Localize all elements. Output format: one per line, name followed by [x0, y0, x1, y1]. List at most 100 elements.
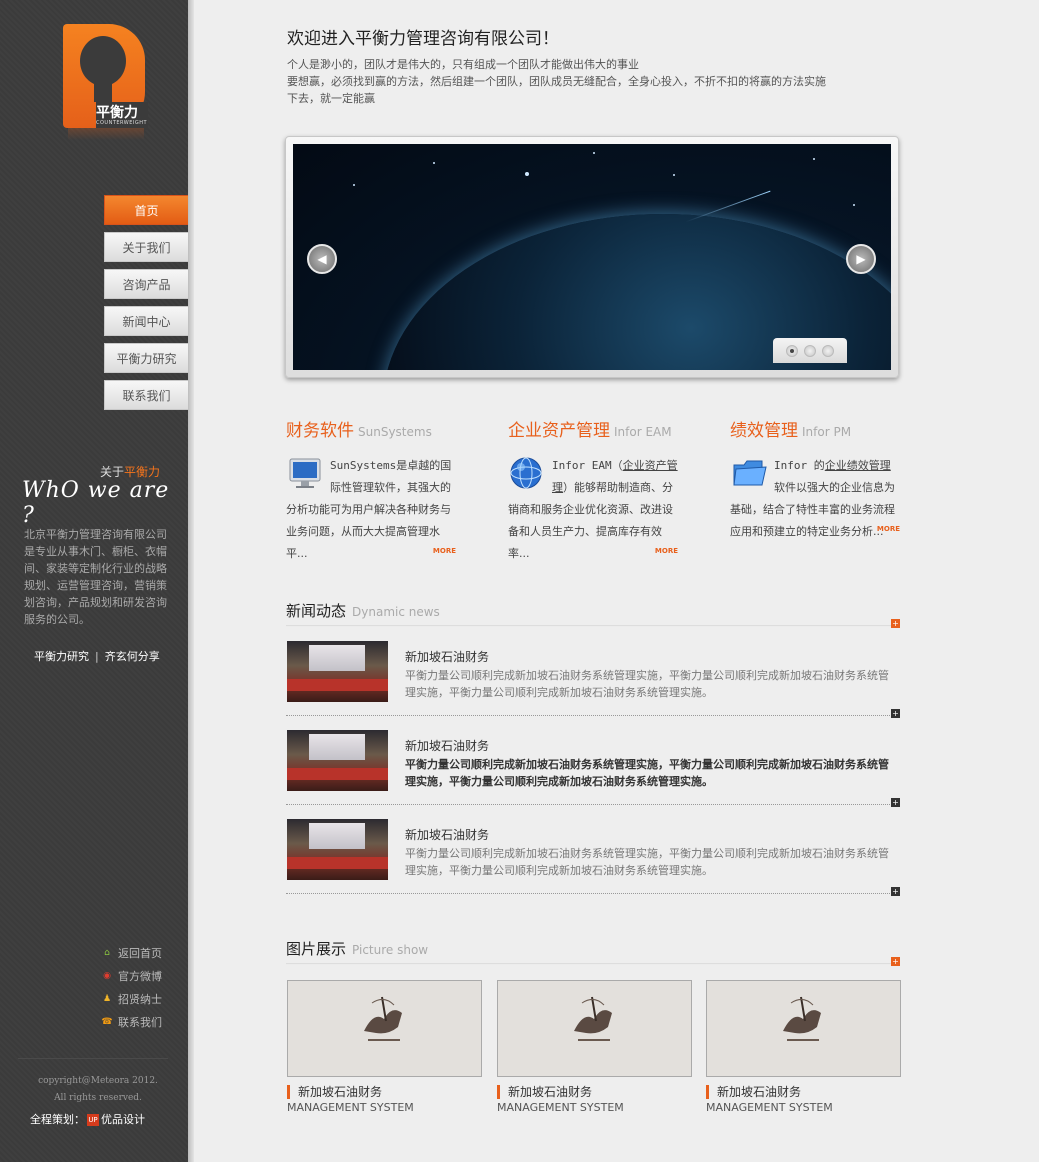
designer-link[interactable]: 优品设计 — [101, 1113, 145, 1126]
sidebar-divider — [18, 1058, 168, 1059]
picture-item[interactable]: 新加坡石油财务 MANAGEMENT SYSTEM — [497, 980, 693, 1114]
news-title[interactable]: 新加坡石油财务 — [405, 648, 489, 665]
product-title[interactable]: 绩效管理 Infor PM — [730, 416, 900, 441]
news-description: 平衡力量公司顺利完成新加坡石油财务系统管理实施，平衡力量公司顺利完成新加坡石油财… — [405, 847, 889, 877]
news-more-icon[interactable]: + — [891, 619, 900, 628]
news-thumbnail[interactable] — [287, 730, 388, 791]
star — [813, 158, 815, 160]
product-lead: Infor EAM（ — [552, 459, 623, 472]
picture-subtitle: MANAGEMENT SYSTEM — [497, 1101, 624, 1114]
pictures-divider — [286, 963, 900, 965]
news-expand-icon[interactable]: + — [891, 798, 900, 807]
quick-link-label: 返回首页 — [118, 946, 162, 960]
quick-link-label: 官方微博 — [118, 969, 162, 983]
nav-products[interactable]: 咨询产品 — [104, 269, 188, 299]
slider-next-button[interactable]: ▶ — [846, 244, 876, 274]
globe-icon — [510, 457, 542, 489]
quick-link-label: 招贤纳士 — [118, 992, 162, 1006]
slider-prev-button[interactable]: ◀ — [307, 244, 337, 274]
welcome-line: 要想赢，必须找到赢的方法，然后组建一个团队，团队成员无缝配合，全身心投入，不折不… — [287, 75, 826, 88]
meeting-table — [287, 857, 388, 869]
comet-streak — [685, 190, 771, 223]
news-divider — [286, 804, 900, 805]
slider-dot[interactable] — [804, 344, 816, 357]
slider-dot[interactable] — [822, 344, 834, 357]
design-credit: 全程策划： UP 优品设计 — [30, 1111, 145, 1127]
bulb-icon — [80, 36, 126, 86]
ink-horse-illustration — [783, 996, 821, 1041]
more-link[interactable]: MORE — [433, 540, 456, 562]
nav-news[interactable]: 新闻中心 — [104, 306, 188, 336]
news-title-cn: 新闻动态 — [286, 602, 347, 620]
news-item[interactable]: 新加坡石油财务 平衡力量公司顺利完成新加坡石油财务系统管理实施，平衡力量公司顺利… — [286, 641, 900, 730]
news-section-title: 新闻动态 Dynamic news — [286, 600, 440, 621]
copyright-line: All rights reserved. — [54, 1093, 142, 1103]
nav-contact[interactable]: 联系我们 — [104, 380, 188, 410]
sidebar: 平衡力 COUNTERWEIGHT 首页 关于我们 咨询产品 新闻中心 平衡力研… — [0, 0, 188, 1162]
picture-caption[interactable]: 新加坡石油财务 — [287, 1085, 483, 1099]
news-item[interactable]: 新加坡石油财务 平衡力量公司顺利完成新加坡石油财务系统管理实施，平衡力量公司顺利… — [286, 819, 900, 908]
main-nav: 首页 关于我们 咨询产品 新闻中心 平衡力研究 联系我们 — [104, 195, 188, 417]
news-thumbnail[interactable] — [287, 641, 388, 702]
about-prefix: 关于 — [100, 465, 125, 479]
news-thumbnail[interactable] — [287, 819, 388, 880]
monitor-icon — [289, 458, 321, 488]
company-logo[interactable]: 平衡力 COUNTERWEIGHT — [60, 22, 150, 142]
product-title-en: Infor EAM — [614, 425, 672, 439]
pictures-more-icon[interactable]: + — [891, 957, 900, 966]
product-title-en: Infor PM — [802, 425, 852, 439]
copyright-line: copyright@Meteora 2012. — [38, 1076, 158, 1086]
products-section: 财务软件 SunSystems SunSystems是卓越的国际性管理软件，其强大… — [286, 416, 900, 566]
product-title[interactable]: 财务软件 SunSystems — [286, 416, 456, 441]
picture-item[interactable]: 新加坡石油财务 MANAGEMENT SYSTEM — [706, 980, 902, 1114]
more-link[interactable]: MORE — [655, 540, 678, 562]
picture-item[interactable]: 新加坡石油财务 MANAGEMENT SYSTEM — [287, 980, 483, 1114]
product-text: ）能够帮助制造商、分销商和服务企业优化资源、改进设备和人员生产力、提高库存有效率… — [508, 481, 673, 560]
picture-caption[interactable]: 新加坡石油财务 — [706, 1085, 902, 1099]
about-description: 北京平衡力管理咨询有限公司是专业从事木门、橱柜、衣帽间、家装等定制化行业的战略规… — [24, 528, 167, 626]
home-icon: ⌂ — [104, 947, 110, 958]
slider-dot[interactable] — [786, 344, 798, 357]
quick-link-home[interactable]: ⌂ 返回首页 — [101, 941, 162, 964]
quick-link-jobs[interactable]: ♟ 招贤纳士 — [101, 987, 162, 1010]
nav-research[interactable]: 平衡力研究 — [104, 343, 188, 373]
nav-home[interactable]: 首页 — [104, 195, 188, 225]
news-description: 平衡力量公司顺利完成新加坡石油财务系统管理实施，平衡力量公司顺利完成新加坡石油财… — [405, 758, 889, 788]
about-highlight: 平衡力 — [124, 465, 161, 479]
quick-link-weibo[interactable]: ◉ 官方微博 — [101, 964, 162, 987]
product-title-cn: 财务软件 — [286, 421, 354, 441]
more-link[interactable]: MORE — [877, 518, 900, 540]
product-title[interactable]: 企业资产管理 Infor EAM — [508, 416, 678, 441]
product-body: Infor EAM（企业资产管理）能够帮助制造商、分销商和服务企业优化资源、改进… — [508, 455, 678, 565]
news-expand-icon[interactable]: + — [891, 709, 900, 718]
picture-thumbnail[interactable] — [497, 980, 692, 1077]
picture-thumbnail[interactable] — [706, 980, 901, 1077]
copyright: copyright@Meteora 2012. All rights reser… — [28, 1073, 168, 1107]
star — [673, 174, 675, 176]
news-expand-icon[interactable]: + — [891, 887, 900, 896]
star — [353, 184, 355, 186]
banner-slider: ◀ ▶ — [285, 136, 899, 378]
welcome-line: 个人是渺小的，团队才是伟大的，只有组成一个团队才能做出伟大的事业 — [287, 58, 639, 71]
share-link[interactable]: 齐玄何分享 — [105, 650, 160, 663]
news-item[interactable]: 新加坡石油财务 平衡力量公司顺利完成新加坡石油财务系统管理实施，平衡力量公司顺利… — [286, 730, 900, 819]
logo-reflection — [68, 128, 144, 140]
product-link[interactable]: 企业绩效管理 — [825, 459, 891, 472]
weibo-icon: ◉ — [103, 970, 111, 981]
pictures-title-en: Picture show — [352, 943, 429, 957]
nav-about[interactable]: 关于我们 — [104, 232, 188, 262]
welcome-text: 个人是渺小的，团队才是伟大的，只有组成一个团队才能做出伟大的事业 要想赢，必须找… — [287, 56, 857, 107]
picture-thumbnail[interactable] — [287, 980, 482, 1077]
news-title[interactable]: 新加坡石油财务 — [405, 826, 489, 843]
news-divider — [286, 625, 900, 627]
quick-link-contact[interactable]: ☎ 联系我们 — [101, 1010, 162, 1033]
product-title-en: SunSystems — [358, 425, 432, 439]
picture-caption[interactable]: 新加坡石油财务 — [497, 1085, 693, 1099]
news-divider — [286, 893, 900, 894]
research-link[interactable]: 平衡力研究 — [34, 650, 89, 663]
news-title[interactable]: 新加坡石油财务 — [405, 737, 489, 754]
bulb-neck — [94, 80, 112, 102]
presentation-screen — [309, 645, 365, 671]
credit-prefix: 全程策划： — [30, 1113, 85, 1126]
up-logo-icon: UP — [87, 1114, 99, 1126]
